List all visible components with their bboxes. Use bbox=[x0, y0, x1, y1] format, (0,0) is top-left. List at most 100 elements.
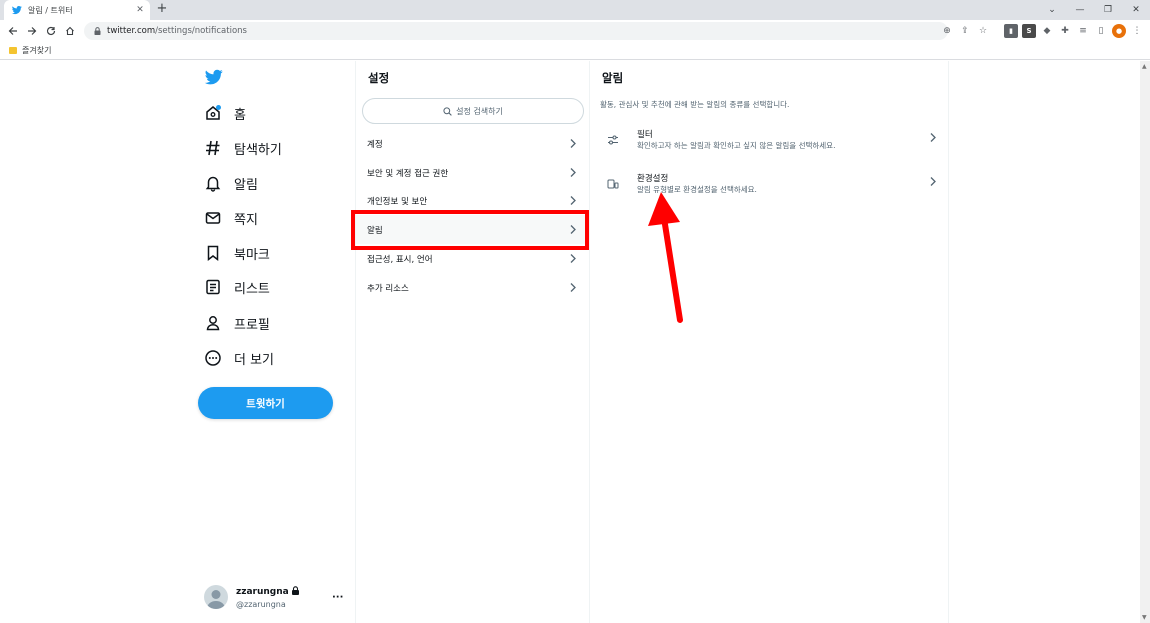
settings-item-label: 접근성, 표시, 언어 bbox=[367, 254, 433, 265]
nav-item-notifications[interactable]: 알림 bbox=[204, 171, 258, 195]
bell-icon bbox=[204, 174, 222, 192]
star-icon[interactable]: ☆ bbox=[976, 24, 990, 38]
list-icon bbox=[204, 278, 222, 296]
tab-search-icon[interactable]: ⌄ bbox=[1038, 0, 1066, 20]
bookmark-icon bbox=[204, 244, 222, 262]
profile-avatar-icon[interactable]: ● bbox=[1112, 24, 1126, 38]
chevron-right-icon bbox=[569, 138, 577, 149]
browser-toolbar: twitter.com/settings/notifications ⊕ ⇪ ☆… bbox=[0, 20, 1150, 42]
folder-icon bbox=[9, 47, 17, 54]
detail-description: 활동, 관심사 및 추천에 관해 받는 알림의 종류를 선택합니다. bbox=[600, 100, 790, 109]
hashtag-icon bbox=[204, 139, 222, 157]
detail-item-filters[interactable]: 필터 확인하고자 하는 알림과 확인하고 싶지 않은 알림을 선택하세요. bbox=[590, 124, 948, 166]
nav-label: 홈 bbox=[234, 107, 246, 123]
share-icon[interactable]: ⇪ bbox=[958, 24, 972, 38]
person-icon bbox=[204, 314, 222, 332]
url-path: /settings/notifications bbox=[155, 26, 247, 36]
chevron-right-icon bbox=[569, 253, 577, 264]
tab-title: 알림 / 트위터 bbox=[28, 5, 73, 15]
google-lens-icon[interactable]: ⊕ bbox=[940, 24, 954, 38]
home-browser-icon[interactable] bbox=[61, 22, 79, 40]
nav-label: 북마크 bbox=[234, 247, 270, 263]
bookmark-folder-label[interactable]: 즐겨찾기 bbox=[22, 45, 51, 56]
reload-icon[interactable] bbox=[42, 22, 60, 40]
scroll-up-icon[interactable]: ▲ bbox=[1142, 63, 1147, 70]
detail-title: 알림 bbox=[602, 71, 624, 85]
address-bar[interactable]: twitter.com/settings/notifications bbox=[84, 22, 948, 40]
nav-label: 탐색하기 bbox=[234, 142, 282, 158]
account-switcher[interactable]: zzarungna @zzarungna ··· bbox=[204, 583, 344, 611]
detail-item-sub: 확인하고자 하는 알림과 확인하고 싶지 않은 알림을 선택하세요. bbox=[637, 141, 836, 150]
minimize-icon[interactable]: — bbox=[1066, 0, 1094, 20]
forward-icon[interactable] bbox=[23, 22, 41, 40]
side-panel-icon[interactable]: ▯ bbox=[1094, 24, 1108, 38]
extension-2-icon[interactable]: S bbox=[1022, 24, 1036, 38]
scroll-down-icon[interactable]: ▼ bbox=[1142, 614, 1147, 621]
nav-item-profile[interactable]: 프로필 bbox=[204, 311, 270, 335]
window-close-icon[interactable]: ✕ bbox=[1122, 0, 1150, 20]
twitter-page: 홈 탐색하기 알림 쪽지 북마크 리스트 프로필 더 보기 트윗하기 zzaru… bbox=[0, 61, 1150, 623]
browser-tab-bar: 알림 / 트위터 ✕ + ⌄ — ❐ ✕ bbox=[0, 0, 1150, 20]
chevron-right-icon bbox=[569, 167, 577, 178]
twitter-favicon-icon bbox=[12, 5, 22, 15]
extension-3-icon[interactable]: ◆ bbox=[1040, 24, 1054, 38]
nav-item-home[interactable]: 홈 bbox=[204, 101, 246, 125]
window-controls: ⌄ — ❐ ✕ bbox=[1038, 0, 1150, 20]
notifications-detail-column: 알림 활동, 관심사 및 추천에 관해 받는 알림의 종류를 선택합니다. 필터… bbox=[589, 61, 949, 623]
page-scrollbar[interactable]: ▲ ▼ bbox=[1140, 61, 1150, 623]
nav-item-more[interactable]: 더 보기 bbox=[204, 346, 274, 370]
account-more-icon[interactable]: ··· bbox=[332, 592, 344, 603]
back-icon[interactable] bbox=[4, 22, 22, 40]
chevron-right-icon bbox=[929, 176, 937, 187]
settings-column: 설정 설정 검색하기 계정 보안 및 계정 접근 권한 개인정보 및 보안 알림… bbox=[355, 61, 589, 623]
settings-title: 설정 bbox=[368, 71, 390, 85]
reading-list-icon[interactable]: ≡ bbox=[1076, 24, 1090, 38]
envelope-icon bbox=[204, 209, 222, 227]
settings-item-resources[interactable]: 추가 리소스 bbox=[356, 273, 589, 302]
nav-item-messages[interactable]: 쪽지 bbox=[204, 206, 258, 230]
url-host: twitter.com bbox=[107, 26, 156, 36]
settings-item-account[interactable]: 계정 bbox=[356, 129, 589, 158]
chevron-right-icon bbox=[929, 132, 937, 143]
side-navigation: 홈 탐색하기 알림 쪽지 북마크 리스트 프로필 더 보기 트윗하기 zzaru… bbox=[196, 61, 354, 623]
lock-icon bbox=[94, 27, 101, 35]
detail-item-preferences[interactable]: 환경설정 알림 유형별로 환경설정을 선택하세요. bbox=[590, 168, 948, 210]
settings-item-label: 추가 리소스 bbox=[367, 283, 409, 294]
nav-item-lists[interactable]: 리스트 bbox=[204, 275, 270, 299]
settings-item-label: 보안 및 계정 접근 권한 bbox=[367, 168, 449, 179]
settings-item-security[interactable]: 보안 및 계정 접근 권한 bbox=[356, 158, 589, 187]
chevron-right-icon bbox=[569, 195, 577, 206]
extensions-puzzle-icon[interactable]: ✚ bbox=[1058, 24, 1072, 38]
nav-label: 쪽지 bbox=[234, 212, 258, 228]
chevron-right-icon bbox=[569, 282, 577, 293]
avatar bbox=[204, 585, 228, 609]
extension-1-icon[interactable]: ▮ bbox=[1004, 24, 1018, 38]
browser-menu-icon[interactable]: ⋮ bbox=[1130, 24, 1144, 38]
new-tab-button[interactable]: + bbox=[155, 2, 169, 16]
devices-icon bbox=[607, 178, 619, 190]
nav-item-bookmarks[interactable]: 북마크 bbox=[204, 241, 270, 265]
browser-tab[interactable]: 알림 / 트위터 ✕ bbox=[4, 0, 150, 20]
search-placeholder: 설정 검색하기 bbox=[456, 106, 503, 116]
nav-item-explore[interactable]: 탐색하기 bbox=[204, 136, 282, 160]
detail-item-sub: 알림 유형별로 환경설정을 선택하세요. bbox=[637, 185, 757, 194]
tab-close-icon[interactable]: ✕ bbox=[134, 4, 146, 16]
home-icon bbox=[204, 104, 222, 122]
tweet-button[interactable]: 트윗하기 bbox=[198, 387, 333, 419]
account-handle: @zzarungna bbox=[236, 599, 286, 609]
toolbar-actions: ⊕ ⇪ ☆ ▮ S ◆ ✚ ≡ ▯ ● ⋮ bbox=[940, 22, 1144, 40]
protected-lock-icon bbox=[291, 585, 300, 598]
detail-item-label: 환경설정 bbox=[637, 174, 669, 184]
annotation-highlight-box bbox=[351, 210, 589, 250]
bookmarks-bar: 즐겨찾기 bbox=[0, 42, 1150, 60]
settings-search-input[interactable]: 설정 검색하기 bbox=[362, 98, 584, 124]
nav-label: 프로필 bbox=[234, 317, 270, 333]
detail-item-label: 필터 bbox=[637, 130, 653, 140]
nav-label: 더 보기 bbox=[234, 352, 275, 368]
restore-icon[interactable]: ❐ bbox=[1094, 0, 1122, 20]
sliders-icon bbox=[607, 134, 619, 146]
account-name: zzarungna bbox=[236, 586, 289, 597]
nav-label: 알림 bbox=[234, 177, 258, 193]
settings-item-label: 개인정보 및 보안 bbox=[367, 196, 428, 207]
twitter-logo-icon[interactable] bbox=[204, 68, 224, 86]
